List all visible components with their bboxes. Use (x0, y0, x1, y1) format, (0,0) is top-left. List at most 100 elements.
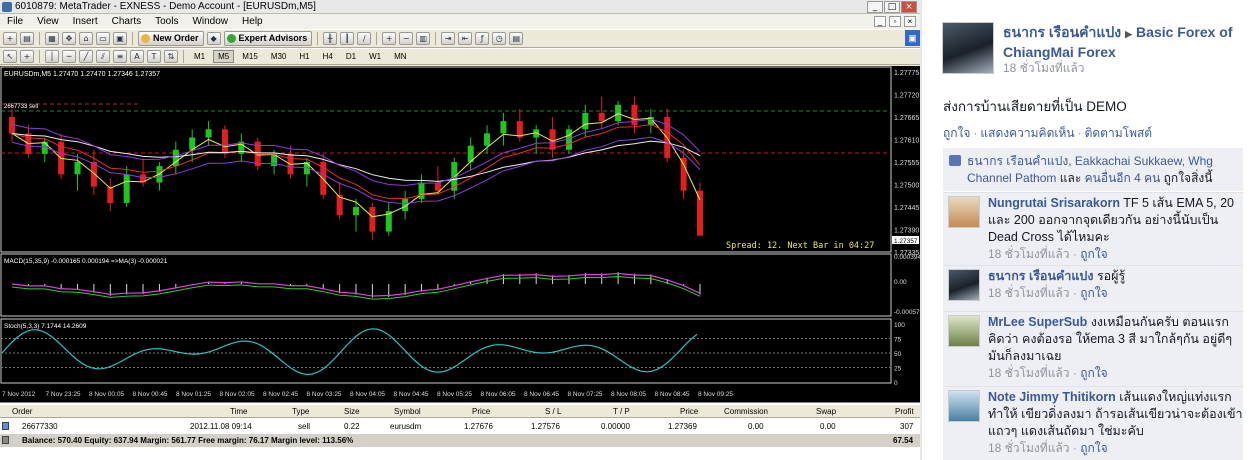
col-price[interactable]: Price (472, 405, 490, 418)
menu-help[interactable]: Help (235, 16, 270, 27)
standard-toolbar: + ▤ ▦ ✥ ⌂ ▭ ▣ New Order ◆ Expert Advisor… (0, 29, 920, 48)
market-watch-icon[interactable]: ▦ (45, 32, 59, 45)
timeframe-w1[interactable]: W1 (364, 50, 386, 63)
periods-icon[interactable]: ◷ (492, 32, 507, 45)
comment-time[interactable]: 18 ชั่วโมงที่แล้ว (988, 366, 1070, 380)
mdi-close-button[interactable]: × (904, 16, 916, 27)
commenter-avatar[interactable] (948, 390, 980, 422)
col-sl[interactable]: S / L (545, 405, 561, 418)
comment-like-link[interactable]: ถูกใจ (1080, 441, 1107, 455)
timeframe-m5[interactable]: M5 (213, 50, 235, 63)
profiles-icon[interactable]: ▤ (20, 32, 34, 45)
timeframe-m30[interactable]: M30 (266, 50, 292, 63)
timeframe-m1[interactable]: M1 (189, 50, 210, 63)
col-swap[interactable]: Swap (816, 405, 836, 418)
col-commission[interactable]: Commission (724, 405, 768, 418)
expert-advisors-button[interactable]: Expert Advisors (223, 31, 313, 46)
symbol-cell: eurusdm (390, 422, 422, 431)
table-row[interactable]: 26677330 2012.11.08 09:14 sell 0.22 euru… (0, 420, 920, 433)
menu-window[interactable]: Window (185, 16, 235, 27)
zoom-in-icon[interactable]: + (382, 32, 397, 45)
timeframe-mn[interactable]: MN (389, 50, 411, 63)
price-chart[interactable]: 1.27775 1.27720 1.27665 1.27610 1.27555 1.275… (0, 66, 920, 402)
col-type[interactable]: Type (292, 405, 309, 418)
comment-link[interactable]: แสดงความคิดเห็น (980, 126, 1074, 140)
menu-tools[interactable]: Tools (148, 16, 185, 27)
candlestick-icon[interactable]: ┃ (340, 32, 355, 45)
strategy-tester-icon[interactable]: ▣ (113, 32, 127, 45)
like-link[interactable]: ถูกใจ (943, 126, 970, 140)
post-timestamp[interactable]: 18 ชั่วโมงที่แล้ว (1003, 59, 1085, 78)
channel-icon[interactable]: ⫽ (96, 50, 110, 63)
templates-icon[interactable]: ▤ (509, 32, 524, 45)
bar-chart-icon[interactable]: ╫ (323, 32, 338, 45)
col-symbol[interactable]: Symbol (394, 405, 421, 418)
menu-file[interactable]: File (0, 16, 30, 27)
col-time[interactable]: Time (230, 405, 247, 418)
maximize-button[interactable]: □ (884, 0, 900, 13)
mdi-restore-button[interactable]: ▫ (889, 16, 901, 27)
chart-shift-icon[interactable]: ⇤ (458, 32, 473, 45)
new-chart-icon[interactable]: + (3, 32, 17, 45)
timeframe-h4[interactable]: H4 (318, 50, 338, 63)
close-button[interactable]: × (901, 0, 917, 13)
minimize-button[interactable]: _ (867, 0, 883, 13)
indicators-icon[interactable]: ƒ (475, 32, 490, 45)
mdi-minimize-button[interactable]: _ (874, 16, 886, 27)
likers-others[interactable]: คนอื่นอีก 4 คน (1085, 171, 1161, 185)
comment-like-link[interactable]: ถูกใจ (1080, 247, 1107, 261)
col-size[interactable]: Size (344, 405, 360, 418)
trendline-icon[interactable]: ╱ (79, 50, 93, 63)
author-name[interactable]: ธนากร เรือนคำแปง (1003, 24, 1121, 40)
stoch-tick-label: 25 (894, 366, 902, 373)
timeframe-d1[interactable]: D1 (341, 50, 361, 63)
col-order[interactable]: Order (12, 405, 32, 418)
commenter-name[interactable]: ธนากร เรือนคำแปง (988, 269, 1093, 283)
text-icon[interactable]: A (130, 50, 144, 63)
follow-post-link[interactable]: ติดตามโพสต์ (1085, 126, 1153, 140)
comment-time[interactable]: 18 ชั่วโมงที่แล้ว (988, 286, 1070, 300)
chart-canvas[interactable]: 1.27775 1.27720 1.27665 1.27610 1.27555 1.275… (0, 66, 920, 402)
timeframe-h1[interactable]: H1 (294, 50, 314, 63)
author-avatar[interactable] (942, 22, 994, 74)
comment-like-link[interactable]: ถูกใจ (1080, 366, 1107, 380)
time-tick-label: 8 Nov 06:05 (481, 391, 516, 398)
vertical-line-icon[interactable]: │ (45, 50, 59, 63)
arrows-icon[interactable]: ⇅ (164, 50, 178, 63)
time-tick-label: 8 Nov 09:25 (698, 391, 733, 398)
cursor-icon[interactable]: ↖ (3, 50, 17, 63)
label-icon[interactable]: T (147, 50, 161, 63)
order-icon (2, 422, 9, 430)
metaeditor-icon[interactable]: ◆ (206, 32, 221, 45)
chart-window-maximize-icon[interactable]: ▣ (905, 30, 920, 46)
menu-insert[interactable]: Insert (66, 16, 105, 27)
menu-charts[interactable]: Charts (105, 16, 148, 27)
menu-view[interactable]: View (30, 16, 66, 27)
commenter-avatar[interactable] (948, 269, 980, 301)
commenter-name[interactable]: Note Jimmy Thitikorn (988, 390, 1116, 404)
line-chart-icon[interactable]: ∕ (357, 32, 372, 45)
timeframe-m15[interactable]: M15 (237, 50, 263, 63)
col-current-price[interactable]: Price (680, 405, 698, 418)
horizontal-line-icon[interactable]: ─ (62, 50, 76, 63)
zoom-out-icon[interactable]: − (399, 32, 414, 45)
tile-windows-icon[interactable]: ▥ (416, 32, 431, 45)
crosshair-icon[interactable]: + (20, 50, 34, 63)
commenter-avatar[interactable] (948, 315, 980, 347)
col-profit[interactable]: Profit (895, 405, 914, 418)
new-order-button[interactable]: New Order (138, 31, 204, 46)
commenter-name[interactable]: Nungrutai Srisarakorn (988, 196, 1120, 210)
data-window-icon[interactable]: ✥ (62, 32, 76, 45)
col-tp[interactable]: T / P (613, 405, 630, 418)
autoscroll-icon[interactable]: ⇥ (441, 32, 456, 45)
stoch-tick-label: 75 (894, 337, 902, 344)
comment-like-link[interactable]: ถูกใจ (1080, 286, 1107, 300)
candle-body (221, 129, 228, 154)
comment-time[interactable]: 18 ชั่วโมงที่แล้ว (988, 247, 1070, 261)
comment-time[interactable]: 18 ชั่วโมงที่แล้ว (988, 441, 1070, 455)
terminal-icon[interactable]: ▭ (96, 32, 110, 45)
commenter-avatar[interactable] (948, 196, 980, 228)
commenter-name[interactable]: MrLee SuperSub (988, 315, 1087, 329)
fibonacci-icon[interactable]: ≡ (113, 50, 127, 63)
navigator-icon[interactable]: ⌂ (79, 32, 93, 45)
